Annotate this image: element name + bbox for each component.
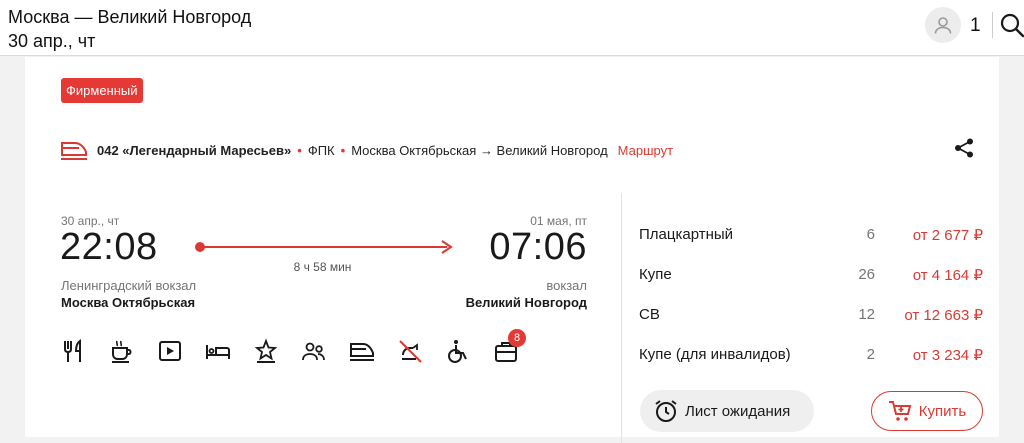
- buy-button[interactable]: Купить: [871, 391, 983, 431]
- passengers-button[interactable]: [925, 7, 961, 43]
- departure-time: 22:08: [60, 226, 158, 268]
- amenities-row: 8: [61, 329, 541, 364]
- departure-terminal: Ленинградский вокзал: [61, 278, 197, 293]
- search-icon[interactable]: [999, 12, 1024, 38]
- wheelchair-icon[interactable]: [445, 338, 471, 364]
- media-icon[interactable]: [157, 338, 183, 364]
- train-card: Фирменный 042 «Легендарный Маресьев» • Ф…: [25, 57, 999, 443]
- buy-label: Купить: [918, 402, 967, 420]
- separator-dot: •: [297, 142, 302, 158]
- train-info: 042 «Легендарный Маресьев» • ФПК • Москв…: [59, 135, 673, 165]
- trip-duration: 8 ч 58 мин: [293, 260, 352, 274]
- coffee-icon[interactable]: [109, 338, 135, 364]
- fare-price: от 4 164 ₽: [912, 267, 983, 284]
- fare-class: Плацкартный: [639, 226, 734, 243]
- passenger-count[interactable]: 1: [970, 15, 981, 37]
- more-services-count: 8: [508, 329, 526, 347]
- fare-seats: 12: [858, 306, 875, 323]
- fare-seats: 2: [866, 346, 875, 363]
- train-name: 042 «Легендарный Маресьев»: [97, 142, 292, 158]
- departure-station: Москва Октябрьская: [61, 295, 196, 310]
- more-services-icon[interactable]: 8: [493, 329, 526, 364]
- waitlist-label: Лист ожидания: [685, 402, 791, 420]
- arrival-station: Великий Новгород: [465, 295, 587, 310]
- route-date: 30 апр., чт: [8, 31, 96, 51]
- fare-class: Купе: [639, 266, 672, 283]
- fare-class: Купе (для инвалидов): [639, 346, 791, 363]
- fare-price: от 12 663 ₽: [904, 307, 983, 324]
- top-bar: Москва — Великий Новгород 30 апр., чт 1: [0, 0, 1024, 56]
- fare-row[interactable]: Купе 26 от 4 164 ₽: [639, 255, 983, 295]
- bed-icon[interactable]: [205, 338, 231, 364]
- route-title: Москва — Великий Новгород: [8, 7, 252, 27]
- share-icon[interactable]: [953, 137, 975, 159]
- column-divider: [621, 193, 622, 443]
- trip-line: [199, 246, 447, 248]
- companions-icon[interactable]: [301, 338, 327, 364]
- arrival-terminal: вокзал: [546, 278, 587, 293]
- waitlist-button[interactable]: Лист ожидания: [640, 390, 814, 432]
- fare-row[interactable]: Плацкартный 6 от 2 677 ₽: [639, 215, 983, 255]
- separator-dot: •: [340, 142, 346, 158]
- train-icon: [61, 142, 87, 160]
- carrier: ФПК: [307, 142, 335, 158]
- fare-row[interactable]: Купе (для инвалидов) 2 от 3 234 ₽: [639, 335, 983, 375]
- fare-price: от 2 677 ₽: [912, 227, 983, 244]
- cart-icon: [888, 401, 912, 421]
- alarm-clock-icon: [655, 400, 677, 422]
- arrow-right-icon: [441, 240, 453, 254]
- fare-price: от 3 234 ₽: [912, 347, 983, 364]
- branded-badge: Фирменный: [61, 78, 143, 103]
- fare-seats: 6: [866, 226, 875, 243]
- divider: [992, 12, 993, 38]
- fares-list: Плацкартный 6 от 2 677 ₽ Купе 26 от 4 16…: [639, 215, 983, 375]
- arrival-time: 07:06: [489, 226, 587, 268]
- train-icon[interactable]: [349, 338, 375, 364]
- user-icon: [934, 17, 952, 34]
- fare-class: СВ: [639, 306, 660, 323]
- train-route: Москва Октябрьская → Великий Новгород: [351, 142, 608, 158]
- premium-icon[interactable]: [253, 338, 279, 364]
- fare-seats: 26: [858, 266, 875, 283]
- restaurant-icon[interactable]: [61, 338, 87, 364]
- fare-row[interactable]: СВ 12 от 12 663 ₽: [639, 295, 983, 335]
- route-link[interactable]: Маршрут: [618, 143, 673, 158]
- no-pets-icon[interactable]: [397, 338, 423, 364]
